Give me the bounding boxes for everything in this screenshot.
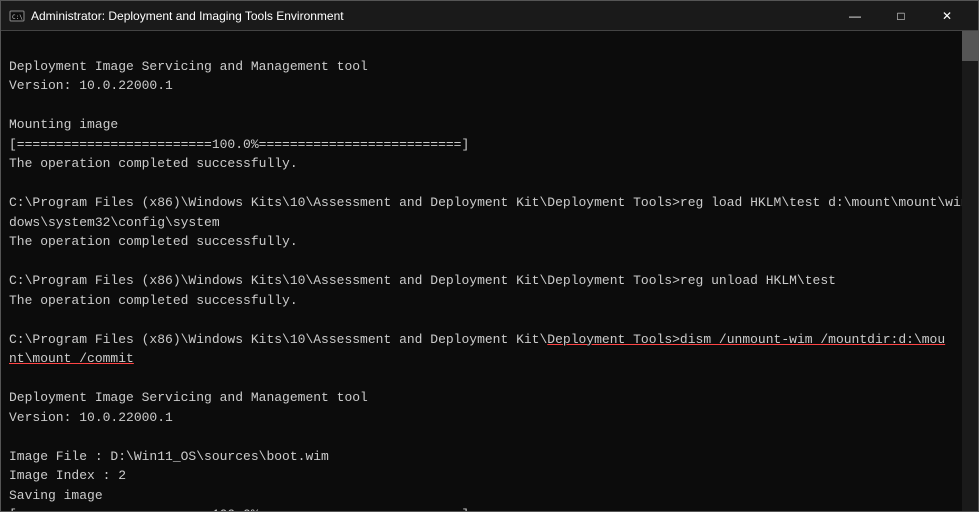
svg-text:C:\: C:\	[12, 14, 23, 21]
maximize-button[interactable]: □	[878, 1, 924, 31]
cmd-window: C:\ Administrator: Deployment and Imagin…	[0, 0, 979, 512]
scrollbar[interactable]	[962, 31, 978, 511]
console-body: Deployment Image Servicing and Managemen…	[1, 31, 978, 511]
console-output: Deployment Image Servicing and Managemen…	[9, 37, 970, 511]
close-button[interactable]: ✕	[924, 1, 970, 31]
window-controls: — □ ✕	[832, 1, 970, 31]
scrollbar-thumb[interactable]	[962, 31, 978, 61]
line-1: Deployment Image Servicing and Managemen…	[9, 59, 969, 512]
minimize-button[interactable]: —	[832, 1, 878, 31]
window-title: Administrator: Deployment and Imaging To…	[31, 9, 832, 23]
title-bar: C:\ Administrator: Deployment and Imagin…	[1, 1, 978, 31]
window-icon: C:\	[9, 8, 25, 24]
